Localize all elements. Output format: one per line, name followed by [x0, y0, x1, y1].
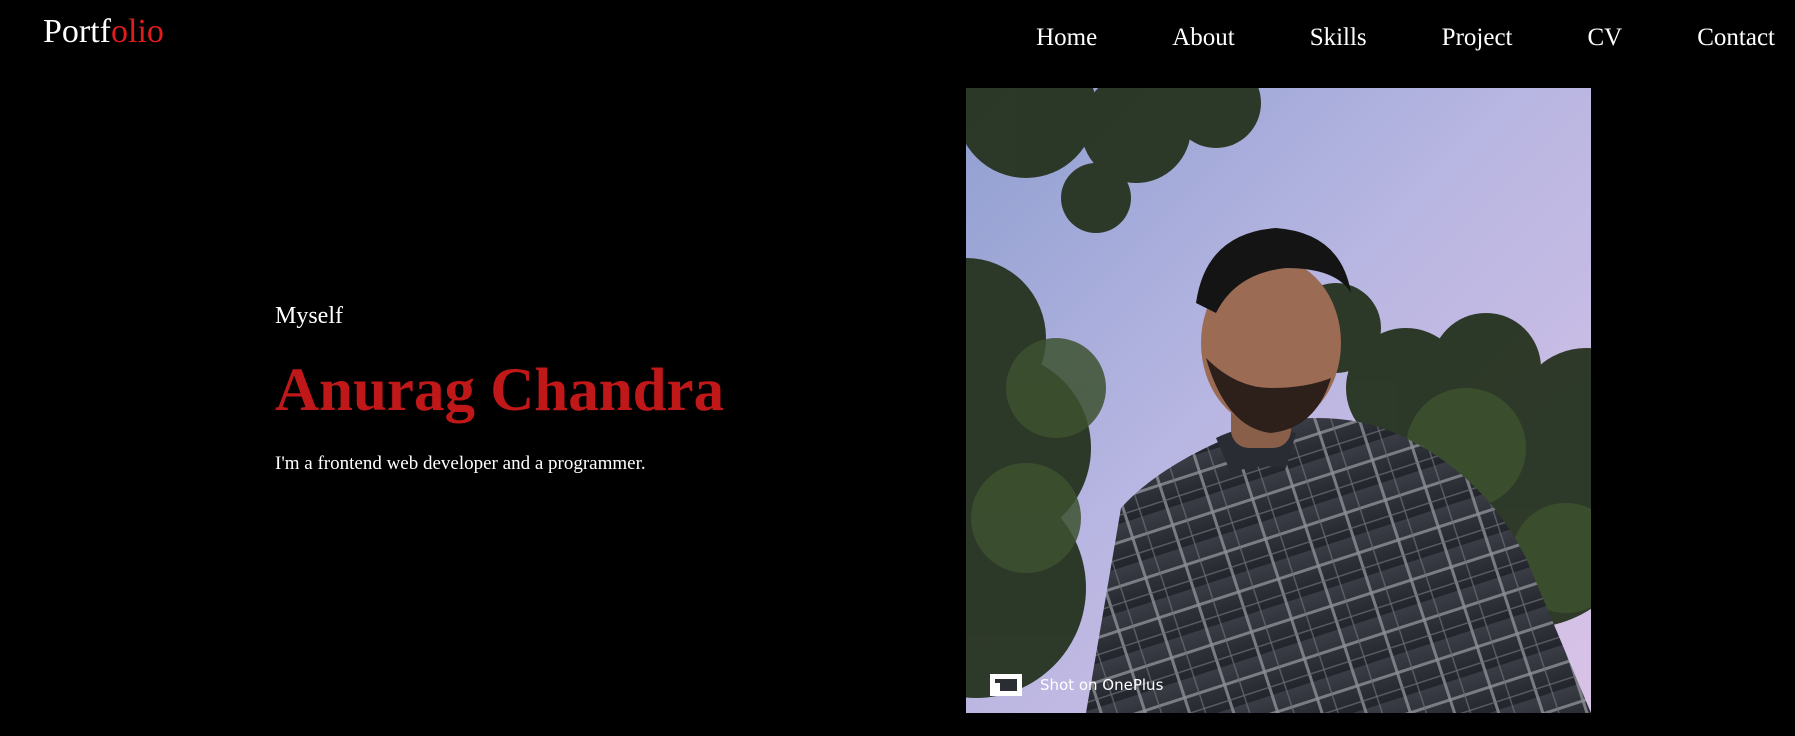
hero-name: Anurag Chandra [275, 357, 725, 424]
logo[interactable]: Portfolio [43, 12, 164, 52]
nav-cv[interactable]: CV [1588, 22, 1623, 54]
nav-skills[interactable]: Skills [1310, 22, 1367, 54]
main-nav: Home About Skills Project CV Contact [1036, 22, 1775, 54]
profile-photo: Shot on OnePlus [966, 88, 1591, 713]
logo-text-white: Portf [43, 13, 111, 50]
nav-home[interactable]: Home [1036, 22, 1097, 54]
hero-section: Myself Anurag Chandra I'm a frontend web… [275, 298, 915, 476]
nav-about[interactable]: About [1172, 22, 1235, 54]
nav-project[interactable]: Project [1442, 22, 1513, 54]
watermark-text: Shot on OnePlus [1040, 676, 1164, 694]
camera-watermark: Shot on OnePlus [988, 672, 1163, 698]
profile-photo-illustration [966, 88, 1591, 713]
hero-intro: Myself [275, 303, 343, 329]
nav-contact[interactable]: Contact [1697, 22, 1775, 54]
logo-text-red: olio [111, 13, 164, 50]
hero-tagline: I'm a frontend web developer and a progr… [275, 453, 646, 474]
oneplus-watermark-icon [990, 674, 1022, 696]
